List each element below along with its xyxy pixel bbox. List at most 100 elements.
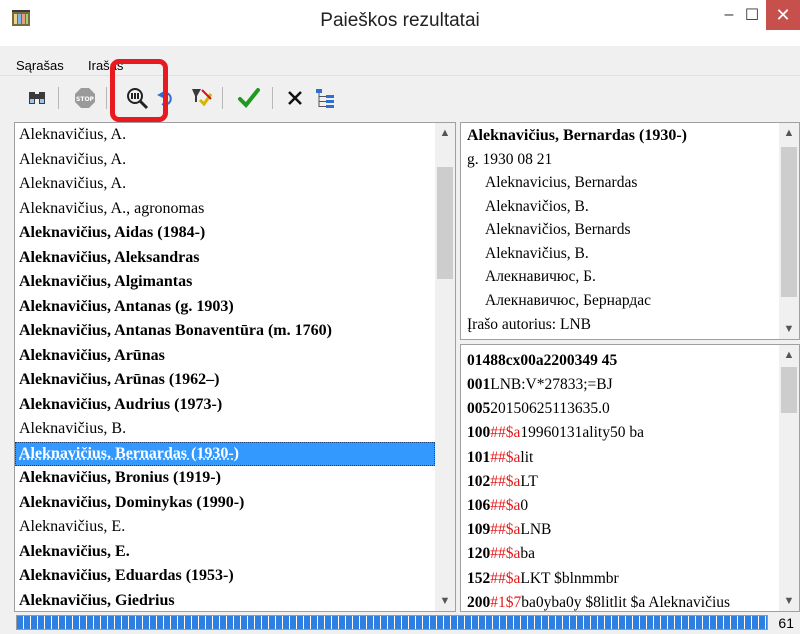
marc-indicator: ## (490, 521, 506, 539)
marc-subfield-code: $a (505, 521, 521, 539)
marc-tag: 005 (467, 400, 491, 418)
scroll-up-icon[interactable]: ▲ (779, 123, 799, 143)
scroll-thumb[interactable] (781, 147, 797, 297)
marc-field: 102##$aLT (467, 470, 538, 494)
scroll-thumb[interactable] (437, 167, 453, 279)
marc-field: 106##$a0 (467, 494, 528, 518)
list-item-label: Aleknavičius, B. (19, 420, 127, 437)
marc-subfield-code: $a (505, 424, 521, 442)
window-title: Paieškos rezultatai (320, 10, 480, 31)
stop-button[interactable]: STOP (72, 85, 98, 111)
marc-field: 120##$aba (467, 542, 535, 566)
marc-field-value: LNB (520, 521, 552, 539)
list-item-label: Aleknavičius, E. (19, 542, 130, 560)
close-window-button[interactable]: ✕ (766, 0, 800, 30)
marc-tag: 109 (467, 521, 491, 539)
marc-field: 200#1$7ba0yba0y $8litlit $a Aleknavičius (467, 591, 731, 611)
list-item[interactable]: Aleknavičius, A., agronomas (15, 197, 435, 222)
list-item-label: Aleknavičius, Aidas (1984-) (19, 224, 206, 241)
list-item[interactable]: Aleknavičius, E. (15, 540, 435, 565)
list-item[interactable]: Aleknavičius, Algimantas (15, 270, 435, 295)
marc-indicator: #1 (490, 593, 506, 611)
list-item[interactable]: Aleknavičius, Audrius (1973-) (15, 393, 435, 418)
list-item-label: Aleknavičius, Arūnas (1962–) (19, 371, 220, 388)
marc-subfield-code: $a (505, 448, 521, 466)
marc-leader: 01488cx00a2200349 45 (467, 352, 618, 369)
toolbar-separator (58, 87, 59, 109)
marc-field-value: LT (520, 472, 538, 490)
list-item-label: Aleknavičius, Audrius (1973-) (19, 395, 223, 413)
list-item-label: Aleknavičius, A., agronomas (19, 199, 205, 217)
marc-indicator: ## (490, 545, 506, 563)
list-item[interactable]: Aleknavičius, A. (15, 172, 435, 197)
marc-tag: 152 (467, 569, 491, 587)
list-item[interactable]: Aleknavičius, Eduardas (1953-) (15, 564, 435, 589)
name-variant: Aleknavičius, B. (485, 244, 589, 262)
binoculars-icon (29, 92, 45, 104)
list-item[interactable]: Aleknavičius, A. (15, 123, 435, 148)
list-scrollbar[interactable]: ▲ ▼ (435, 123, 455, 611)
list-item[interactable]: Aleknavičius, B. (15, 417, 435, 442)
list-item[interactable]: Aleknavičius, Aleksandras (15, 246, 435, 271)
cancel-button[interactable] (282, 85, 308, 111)
marc-field: 152##$aLKT $blnmmbr (467, 567, 619, 591)
toolbar-separator (222, 87, 223, 109)
results-list: Aleknavičius, A. Aleknavičius, A. Aleknavi… (15, 123, 435, 612)
birth-date: g. 1930 08 21 (467, 151, 553, 168)
marc-field: 001LNB:V*27833;=BJ (467, 373, 613, 397)
marc-field: 109##$aLNB (467, 518, 551, 542)
svg-text:STOP: STOP (76, 96, 95, 103)
search-results-window: Paieškos rezultatai – ☐ ✕ Sąrašas Irašas… (0, 0, 800, 634)
scroll-down-icon[interactable]: ▼ (779, 319, 799, 339)
list-item-label: Aleknavičius, E. (19, 518, 126, 535)
list-item-label: Aleknavičius, Bernardas (1930-) (19, 444, 239, 462)
find-button[interactable] (24, 85, 50, 111)
accept-button[interactable] (236, 85, 262, 111)
marc-tag: 200 (467, 593, 491, 611)
toolbar-separator (272, 87, 273, 109)
marc-tag: 120 (467, 545, 491, 563)
scroll-up-icon[interactable]: ▲ (779, 345, 799, 365)
stop-icon: STOP (75, 88, 95, 108)
authority-scrollbar[interactable]: ▲ ▼ (779, 123, 799, 339)
marc-tag: 106 (467, 497, 491, 514)
marc-field-value: LNB:V*27833;=BJ (490, 376, 613, 393)
list-item[interactable]: Aleknavičius, A. (15, 148, 435, 173)
list-item-label: Aleknavičius, A. (19, 175, 127, 192)
marc-field-value: ba0yba0y $8litlit $a Aleknavičius (521, 593, 731, 611)
filter-button[interactable] (188, 85, 214, 111)
list-item[interactable]: Aleknavičius, Dominykas (1990-) (15, 491, 435, 516)
name-variant: Алекнавичюс, Б. (485, 268, 596, 285)
list-item[interactable]: Aleknavičius, Aidas (1984-) (15, 221, 435, 246)
menu-item-sarasas[interactable]: Sąrašas (16, 58, 64, 73)
tree-button[interactable] (312, 85, 338, 111)
tree-icon (316, 89, 334, 108)
list-item[interactable]: Aleknavičius, Bronius (1919-) (15, 466, 435, 491)
close-icon: ✕ (775, 4, 791, 25)
list-item[interactable]: Aleknavičius, Arūnas (15, 344, 435, 369)
marc-subfield-code: $7 (505, 593, 522, 611)
marc-field: 101##$alit (467, 446, 533, 470)
name-variant: Алекнавичюс, Бернардас (485, 291, 652, 309)
name-variant: Aleknavicius, Bernardas (485, 174, 638, 191)
list-item[interactable]: Aleknavičius, Giedrius (15, 589, 435, 612)
list-item[interactable]: Aleknavičius, Arūnas (1962–) (15, 368, 435, 393)
list-item[interactable]: Aleknavičius, E. (15, 515, 435, 540)
list-item-label: Aleknavičius, Dominykas (1990-) (19, 493, 245, 511)
scroll-thumb[interactable] (781, 367, 797, 413)
marc-field-value: 19960131ality50 ba (520, 424, 644, 442)
result-count: 61 (778, 615, 794, 631)
list-item[interactable]: Aleknavičius, Antanas Bonaventūra (m. 17… (15, 319, 435, 344)
scroll-down-icon[interactable]: ▼ (779, 591, 799, 611)
marc-field-value: LKT $blnmmbr (520, 569, 619, 587)
maximize-icon: ☐ (744, 7, 760, 24)
list-item[interactable]: Aleknavičius, Bernardas (1930-) (15, 441, 435, 466)
scroll-down-icon[interactable]: ▼ (435, 591, 455, 611)
maximize-button[interactable]: ☐ (738, 0, 766, 30)
list-item-label: Aleknavičius, Bronius (1919-) (19, 469, 221, 486)
marc-indicator: ## (490, 424, 506, 442)
list-item[interactable]: Aleknavičius, Antanas (g. 1903) (15, 295, 435, 320)
scroll-up-icon[interactable]: ▲ (435, 123, 455, 143)
marc-scrollbar[interactable]: ▲ ▼ (779, 345, 799, 611)
marc-record-pane: 01488cx00a2200349 45 001LNB:V*27833;=BJ 0… (460, 344, 800, 612)
